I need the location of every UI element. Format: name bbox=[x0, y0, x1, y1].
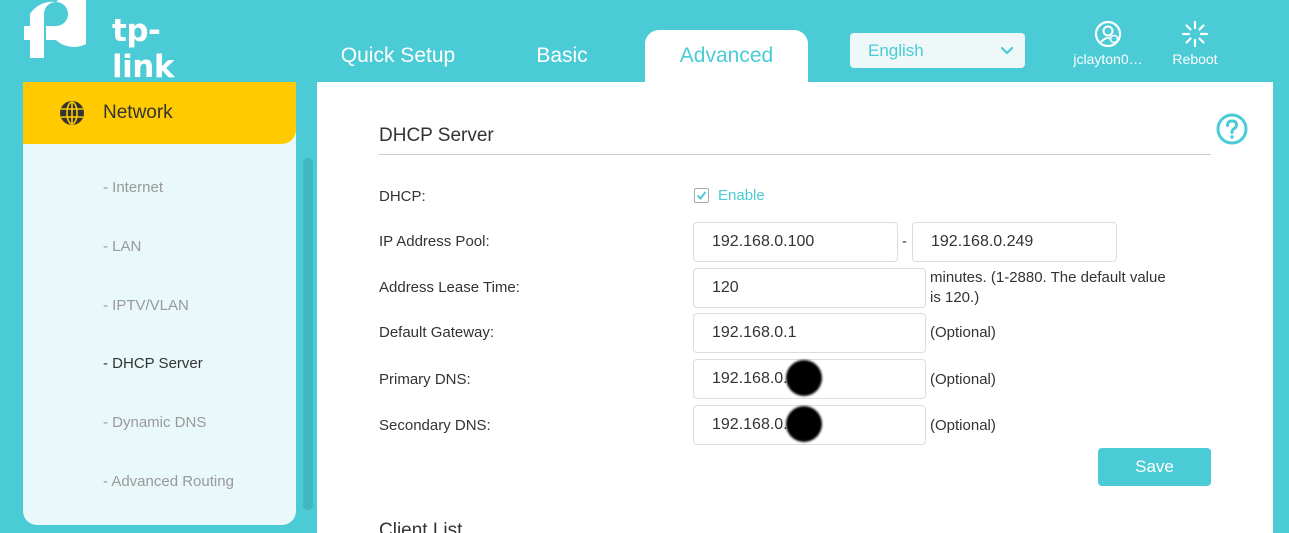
account-name: jclayton0… bbox=[1073, 51, 1143, 67]
checkbox-box[interactable] bbox=[694, 188, 709, 203]
user-icon bbox=[1094, 20, 1122, 48]
sidebar-item-dhcp-server[interactable]: - DHCP Server bbox=[103, 355, 203, 372]
lease-time-hint: minutes. (1-2880. The default value is 1… bbox=[930, 268, 1166, 308]
sidebar-item-internet[interactable]: - Internet bbox=[103, 179, 163, 196]
globe-icon bbox=[60, 101, 84, 125]
brand-name: tp-link bbox=[112, 13, 174, 85]
ip-pool-label: IP Address Pool: bbox=[379, 233, 490, 250]
lease-time-input[interactable]: 120 bbox=[693, 268, 926, 308]
reboot-label: Reboot bbox=[1172, 51, 1218, 67]
gateway-label: Default Gateway: bbox=[379, 324, 495, 341]
ip-pool-start-input[interactable]: 192.168.0.100 bbox=[693, 222, 898, 262]
tab-quick-setup[interactable]: Quick Setup bbox=[318, 30, 478, 82]
sidebar-item-iptv-vlan[interactable]: - IPTV/VLAN bbox=[103, 297, 189, 314]
sidebar: Network - Internet - LAN - IPTV/VLAN - D… bbox=[23, 82, 296, 525]
section-divider bbox=[379, 154, 1211, 155]
dhcp-enable-checkbox[interactable]: Enable bbox=[694, 187, 765, 204]
gateway-optional: (Optional) bbox=[930, 324, 996, 341]
enable-label: Enable bbox=[718, 187, 765, 204]
sidebar-section-label: Network bbox=[103, 102, 173, 123]
client-list-title: Client List bbox=[379, 520, 463, 533]
tab-advanced[interactable]: Advanced bbox=[645, 30, 808, 82]
help-icon[interactable] bbox=[1216, 113, 1248, 145]
lease-time-hint-line-2: is 120.) bbox=[930, 289, 980, 306]
main-panel: DHCP Server DHCP: Enable IP Address Pool… bbox=[317, 82, 1273, 533]
section-title: DHCP Server bbox=[379, 125, 494, 146]
dhcp-label: DHCP: bbox=[379, 188, 426, 205]
tp-link-logo-icon bbox=[24, 0, 100, 58]
sidebar-item-advanced-routing[interactable]: - Advanced Routing bbox=[103, 473, 234, 490]
lease-time-label: Address Lease Time: bbox=[379, 279, 520, 296]
redaction-blob bbox=[786, 406, 822, 442]
sidebar-scrollbar[interactable] bbox=[303, 158, 313, 510]
tp-link-logo: tp-link bbox=[22, 0, 192, 85]
ip-pool-end-input[interactable]: 192.168.0.249 bbox=[912, 222, 1117, 262]
secondary-dns-label: Secondary DNS: bbox=[379, 417, 491, 434]
lease-time-hint-line-1: minutes. (1-2880. The default value bbox=[930, 269, 1166, 286]
reboot-button[interactable]: Reboot bbox=[1162, 20, 1228, 67]
reboot-icon bbox=[1181, 20, 1209, 48]
language-select[interactable]: English bbox=[850, 33, 1025, 68]
chevron-down-icon bbox=[1000, 46, 1014, 55]
primary-dns-optional: (Optional) bbox=[930, 371, 996, 388]
sidebar-section-network[interactable]: Network bbox=[23, 82, 296, 144]
language-value: English bbox=[868, 40, 924, 60]
ip-pool-separator: - bbox=[902, 233, 907, 250]
save-button[interactable]: Save bbox=[1098, 448, 1211, 486]
tab-basic[interactable]: Basic bbox=[488, 30, 636, 82]
secondary-dns-optional: (Optional) bbox=[930, 417, 996, 434]
sidebar-item-lan[interactable]: - LAN bbox=[103, 238, 141, 255]
account-menu[interactable]: jclayton0… bbox=[1068, 20, 1148, 67]
redaction-blob bbox=[786, 360, 822, 396]
sidebar-item-dynamic-dns[interactable]: - Dynamic DNS bbox=[103, 414, 206, 431]
checkmark-icon bbox=[696, 191, 707, 201]
primary-dns-label: Primary DNS: bbox=[379, 371, 471, 388]
gateway-input[interactable]: 192.168.0.1 bbox=[693, 313, 926, 353]
